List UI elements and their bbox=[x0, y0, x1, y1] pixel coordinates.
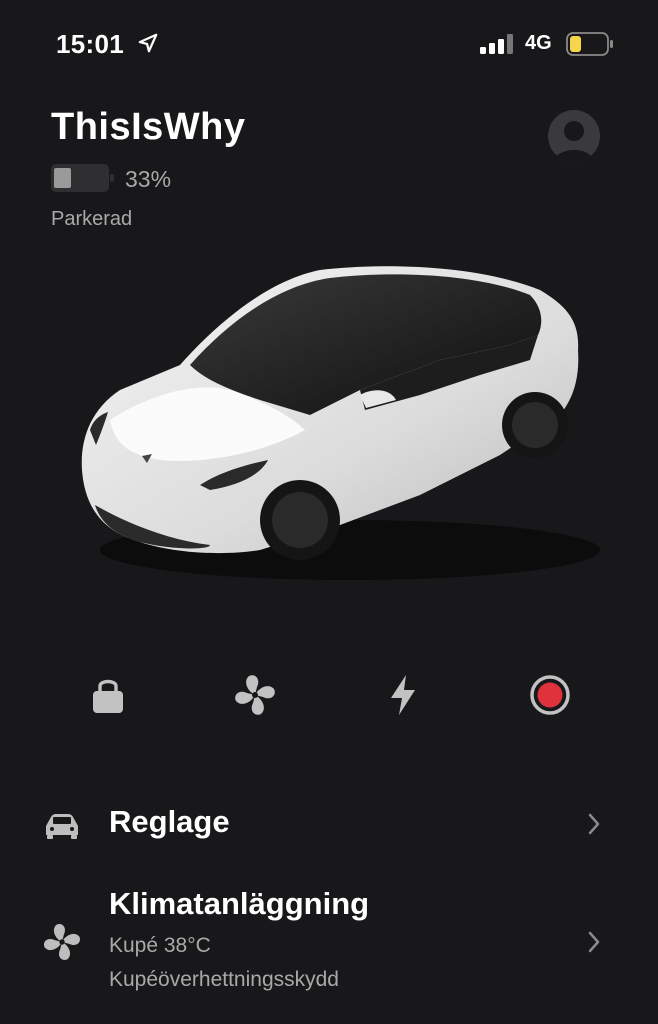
fan-icon bbox=[235, 675, 275, 715]
record-icon bbox=[530, 675, 570, 715]
status-time: 15:01 bbox=[56, 29, 124, 59]
status-bar: 15:01 4G bbox=[0, 0, 658, 90]
menu-item-label: Reglage bbox=[109, 804, 230, 839]
vehicle-status: Parkerad bbox=[51, 208, 133, 230]
location-arrow-icon bbox=[138, 33, 158, 53]
charge-port-button[interactable] bbox=[375, 667, 431, 723]
menu-item-controls[interactable]: Reglage bbox=[0, 792, 658, 856]
profile-avatar-button[interactable] bbox=[548, 110, 600, 162]
network-type: 4G bbox=[525, 32, 552, 54]
car-icon bbox=[46, 814, 78, 839]
lock-icon bbox=[93, 679, 123, 713]
climate-fan-button[interactable] bbox=[227, 667, 283, 723]
cabin-overheat-protection: Kupéöverhettningsskydd bbox=[109, 968, 339, 991]
lock-button[interactable] bbox=[80, 667, 136, 723]
bolt-icon bbox=[391, 675, 415, 715]
cellular-signal-icon bbox=[480, 34, 513, 54]
vehicle-name: ThisIsWhy bbox=[51, 106, 246, 148]
vehicle-battery-icon bbox=[51, 164, 114, 192]
menu-item-climate[interactable]: Klimatanläggning Kupé 38°C Kupéöverhettn… bbox=[0, 880, 658, 1000]
chevron-right-icon bbox=[588, 813, 600, 835]
chevron-right-icon bbox=[588, 931, 600, 953]
menu-item-label: Klimatanläggning bbox=[109, 886, 370, 921]
battery-percent: 33% bbox=[125, 166, 172, 192]
vehicle-image bbox=[81, 266, 600, 580]
user-icon bbox=[554, 121, 594, 162]
dashcam-record-button[interactable] bbox=[522, 667, 578, 723]
fan-icon bbox=[44, 924, 80, 960]
cabin-temperature: Kupé 38°C bbox=[109, 934, 211, 957]
quick-actions-row bbox=[0, 655, 658, 735]
phone-battery-icon bbox=[566, 32, 613, 56]
